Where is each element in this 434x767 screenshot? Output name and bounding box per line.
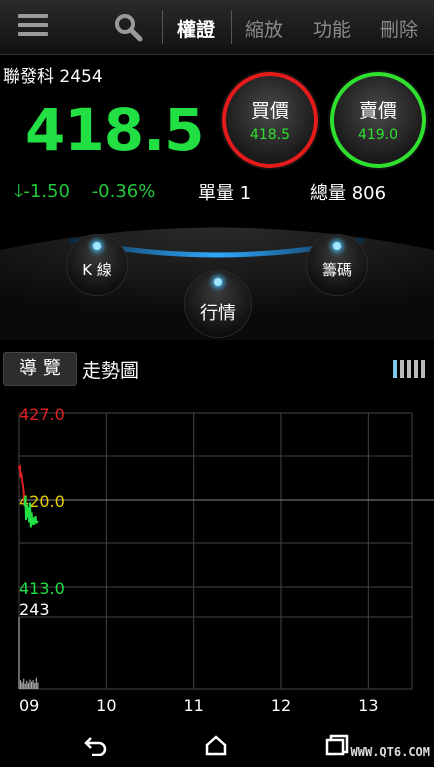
- price-line-segment: [21, 484, 25, 493]
- indicator-dot: [333, 242, 341, 250]
- menu-icon[interactable]: [18, 14, 48, 40]
- chips-button[interactable]: 籌碼: [306, 234, 368, 296]
- price-change: -1.50: [23, 181, 70, 202]
- kline-button[interactable]: K 線: [66, 234, 128, 296]
- market-button[interactable]: 行情: [184, 270, 252, 338]
- search-icon[interactable]: [113, 12, 143, 42]
- price-tick-label: 413.0: [19, 579, 65, 598]
- tab-warrant[interactable]: 權證: [177, 15, 215, 42]
- sell-label: 賣價: [358, 100, 397, 122]
- kline-label: K 線: [82, 261, 112, 279]
- total-volume: 總量 806: [310, 183, 387, 204]
- buy-label: 買價: [250, 100, 289, 122]
- x-tick-label: 13: [358, 696, 378, 715]
- back-icon[interactable]: [84, 734, 108, 756]
- market-label: 行情: [200, 303, 236, 324]
- price-tick-label: 427.0: [19, 405, 65, 424]
- price-line-segment: [21, 481, 24, 486]
- change-row: 🡓-1.50 -0.36%: [14, 179, 155, 209]
- last-price: 418.5: [25, 96, 204, 164]
- dial-navigation: K 線 籌碼 行情: [0, 210, 434, 340]
- x-tick-label: 10: [96, 696, 116, 715]
- volume-max-label: 243: [19, 600, 50, 619]
- divider: [162, 10, 163, 44]
- x-tick-label: 11: [183, 696, 203, 715]
- recent-apps-icon[interactable]: [325, 734, 349, 756]
- price-line-segment: [20, 472, 24, 482]
- price-line-segment: [32, 519, 36, 526]
- indicator-dot: [214, 278, 222, 286]
- tab-function[interactable]: 功能: [313, 15, 351, 42]
- buy-value: 418.5: [249, 127, 291, 143]
- sell-value: 419.0: [357, 127, 399, 143]
- watermark: WWW.QT6.COM: [350, 745, 430, 759]
- divider: [231, 10, 232, 44]
- tab-delete[interactable]: 刪除: [380, 15, 418, 42]
- intraday-chart: 427.0420.0413.024309 10 11 12 13: [18, 405, 434, 715]
- top-bar: 權證 縮放 功能 刪除: [0, 0, 434, 55]
- price-change-percent: -0.36%: [91, 181, 156, 202]
- buy-price-button[interactable]: 買價 418.5: [222, 72, 318, 168]
- stock-name: 聯發科 2454: [3, 67, 103, 87]
- single-volume: 單量 1: [198, 183, 252, 204]
- price-line-segment: [36, 520, 39, 523]
- x-tick-label: 09: [19, 696, 39, 715]
- down-arrow-icon: 🡓: [14, 181, 24, 202]
- guide-button[interactable]: 導 覽: [3, 352, 77, 386]
- page-indicator-icon[interactable]: [393, 360, 428, 382]
- chart-title: 走勢圖: [82, 360, 140, 382]
- home-icon[interactable]: [204, 734, 228, 756]
- indicator-dot: [93, 242, 101, 250]
- section-bar: 導 覽 走勢圖: [0, 350, 434, 388]
- tab-zoom[interactable]: 縮放: [245, 15, 283, 42]
- chips-label: 籌碼: [321, 261, 352, 279]
- sell-price-button[interactable]: 賣價 419.0: [330, 72, 426, 168]
- x-tick-label: 12: [271, 696, 291, 715]
